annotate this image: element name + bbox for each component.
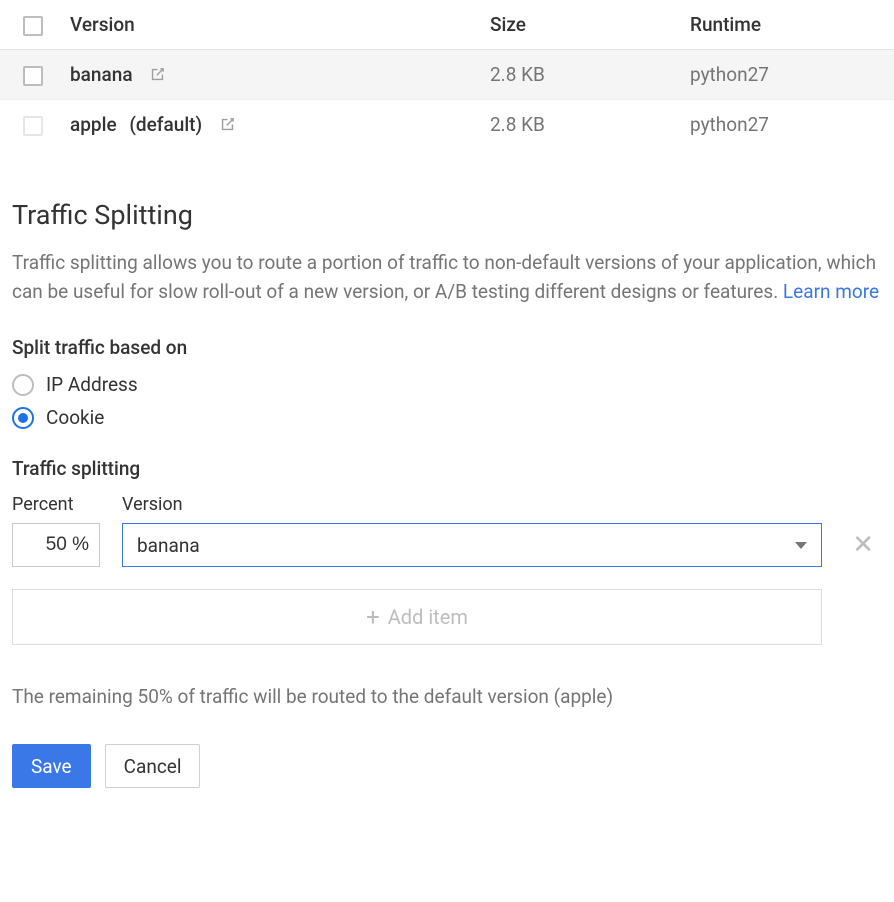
add-item-label: Add item bbox=[388, 605, 468, 629]
column-header-size: Size bbox=[478, 0, 678, 50]
percent-input[interactable] bbox=[12, 523, 100, 567]
remaining-traffic-note: The remaining 50% of traffic will be rou… bbox=[12, 685, 882, 708]
traffic-splitting-label: Traffic splitting bbox=[12, 457, 882, 480]
version-select[interactable]: banana bbox=[122, 523, 822, 567]
external-link-icon[interactable] bbox=[149, 66, 166, 83]
column-header-version: Version bbox=[58, 0, 478, 50]
section-title: Traffic Splitting bbox=[12, 199, 882, 231]
percent-header: Percent bbox=[12, 494, 100, 515]
action-buttons: Save Cancel bbox=[12, 744, 882, 808]
plus-icon: + bbox=[366, 605, 380, 629]
close-icon: ✕ bbox=[852, 530, 874, 560]
split-editor: Percent Version banana ✕ + Add item bbox=[12, 494, 882, 645]
traffic-splitting-section: Traffic Splitting Traffic splitting allo… bbox=[0, 199, 894, 808]
section-description: Traffic splitting allows you to route a … bbox=[12, 249, 882, 306]
learn-more-link[interactable]: Learn more bbox=[783, 280, 879, 303]
split-row: banana ✕ bbox=[12, 523, 882, 567]
version-size: 2.8 KB bbox=[478, 50, 678, 100]
version-size: 2.8 KB bbox=[478, 100, 678, 150]
radio-label: Cookie bbox=[46, 406, 104, 429]
radio-ip-address[interactable]: IP Address bbox=[12, 373, 882, 396]
add-item-button[interactable]: + Add item bbox=[12, 589, 822, 645]
row-checkbox[interactable] bbox=[23, 66, 43, 86]
table-row[interactable]: apple (default) 2.8 KB python27 bbox=[0, 100, 894, 150]
radio-dot-icon bbox=[18, 413, 28, 423]
remove-row-button[interactable]: ✕ bbox=[844, 532, 882, 558]
radio-icon bbox=[12, 407, 34, 429]
cancel-button[interactable]: Cancel bbox=[105, 744, 201, 788]
column-header-runtime: Runtime bbox=[678, 0, 894, 50]
radio-icon bbox=[12, 374, 34, 396]
radio-cookie[interactable]: Cookie bbox=[12, 406, 882, 429]
split-basis-label: Split traffic based on bbox=[12, 336, 882, 359]
version-suffix: (default) bbox=[125, 113, 203, 136]
column-header-checkbox bbox=[0, 0, 58, 50]
version-header: Version bbox=[122, 494, 183, 515]
version-runtime: python27 bbox=[678, 50, 894, 100]
version-select-value: banana bbox=[137, 534, 200, 557]
select-all-checkbox[interactable] bbox=[23, 16, 43, 36]
version-name[interactable]: banana bbox=[70, 63, 133, 86]
table-row[interactable]: banana 2.8 KB python27 bbox=[0, 50, 894, 100]
save-button[interactable]: Save bbox=[12, 744, 91, 788]
radio-label: IP Address bbox=[46, 373, 138, 396]
version-runtime: python27 bbox=[678, 100, 894, 150]
external-link-icon[interactable] bbox=[219, 116, 236, 133]
row-checkbox bbox=[23, 116, 43, 136]
version-name[interactable]: apple bbox=[70, 113, 117, 136]
versions-table: Version Size Runtime banana 2.8 KB pytho… bbox=[0, 0, 894, 149]
chevron-down-icon bbox=[795, 542, 807, 549]
